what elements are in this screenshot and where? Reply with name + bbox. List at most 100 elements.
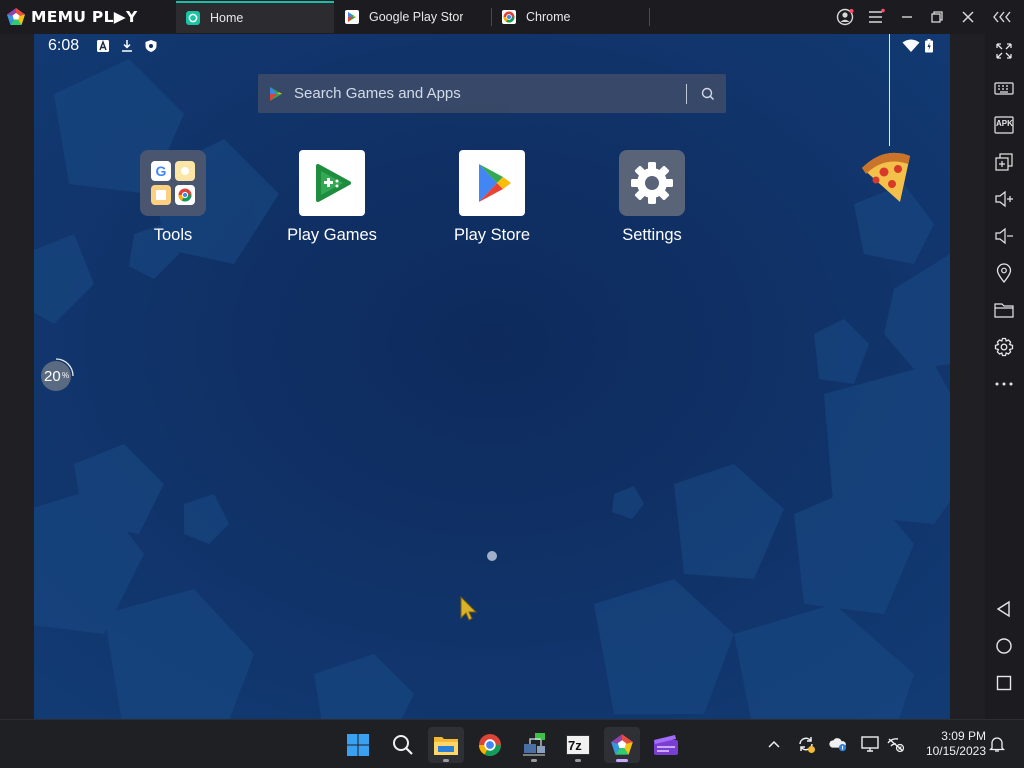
account-button[interactable] (833, 5, 857, 29)
running-indicator (575, 759, 581, 762)
location-icon (996, 263, 1012, 283)
tray-overflow-button[interactable] (764, 734, 784, 754)
restore-button[interactable] (925, 5, 949, 29)
app-tools[interactable]: G Tools (118, 150, 228, 245)
taskbar-chrome[interactable] (472, 727, 508, 763)
boost-unit: % (62, 371, 70, 380)
wallpaper (34, 34, 950, 719)
shield-icon (145, 40, 157, 52)
tab-home[interactable]: Home (176, 1, 334, 33)
tab-google-play-store[interactable]: Google Play Store (335, 1, 463, 33)
start-button[interactable] (340, 727, 376, 763)
tray-onedrive[interactable] (828, 734, 848, 754)
menu-button[interactable] (864, 5, 888, 29)
settings-button[interactable] (992, 335, 1016, 359)
taskbar-date: 10/15/2023 (925, 744, 986, 758)
memory-boost-badge[interactable]: 20 % (38, 356, 76, 394)
android-home-screen[interactable]: 6:08 Search Games and Apps G Tools Play … (34, 34, 950, 719)
keyboard-icon (994, 82, 1014, 95)
fullscreen-icon (996, 43, 1012, 59)
search-icon[interactable] (698, 84, 718, 104)
collapse-sidebar-button[interactable] (991, 5, 1015, 29)
location-button[interactable] (992, 261, 1016, 285)
status-clock: 6:08 (48, 37, 80, 54)
sync-icon (799, 737, 815, 753)
taskbar-memu[interactable] (604, 727, 640, 763)
tab-chrome[interactable]: Chrome (492, 1, 642, 33)
apk-label: APK (996, 119, 1013, 128)
search-icon (393, 735, 413, 755)
multi-instance-icon (995, 153, 1013, 171)
volume-up-button[interactable] (992, 187, 1016, 211)
app-label: Settings (622, 226, 682, 244)
app-label: Play Games (287, 226, 377, 244)
memu-logo: MEMU PL▶Y (6, 6, 138, 28)
minimize-icon (902, 16, 912, 18)
minimize-button[interactable] (895, 5, 919, 29)
home-button[interactable] (992, 634, 1016, 658)
taskbar-search-button[interactable] (385, 727, 421, 763)
app-play-games[interactable]: Play Games (277, 150, 387, 245)
menu-icon (869, 8, 885, 23)
tools-folder-icon: G (140, 150, 206, 216)
chrome-tab-icon (502, 10, 516, 24)
chevron-up-icon (768, 740, 780, 748)
memu-logo-icon (7, 8, 25, 25)
tray-network[interactable] (886, 734, 906, 754)
home-icon (996, 638, 1012, 654)
apk-install-button[interactable]: APK (992, 113, 1016, 137)
search-input[interactable]: Search Games and Apps (294, 85, 461, 102)
windows-taskbar: 7z 3:09 PM 10/15/2023 (0, 719, 1024, 768)
shared-folder-button[interactable] (992, 298, 1016, 322)
keyboard-button[interactable] (992, 76, 1016, 100)
taskbar-video-editor[interactable] (648, 727, 684, 763)
running-indicator (616, 759, 628, 762)
app-settings[interactable]: Settings (597, 150, 707, 245)
tray-sync[interactable] (796, 734, 816, 754)
memu-icon (611, 734, 633, 755)
emulator-side-toolbar: APK (985, 34, 1024, 719)
back-button[interactable] (992, 597, 1016, 621)
pizza-icon[interactable] (854, 138, 914, 208)
more-icon (995, 382, 1013, 386)
taskbar-7zip[interactable]: 7z (560, 727, 596, 763)
tab-google-play-store-label: Google Play Store (369, 10, 463, 24)
android-status-bar: 6:08 (34, 34, 950, 58)
network-off-icon (887, 738, 905, 753)
memu-emulator-window: MEMU PL▶Y Home Google Play Store Chrome … (0, 0, 1024, 768)
volume-down-icon (995, 227, 1013, 245)
app-label: Play Store (453, 226, 531, 244)
settings-icon (994, 337, 1014, 357)
tray-display[interactable] (860, 734, 880, 754)
pizza-string (889, 34, 890, 146)
windows-start-icon (347, 734, 369, 756)
close-button[interactable] (956, 5, 980, 29)
mouse-cursor-icon (460, 596, 478, 621)
tab-chrome-label: Chrome (526, 10, 571, 24)
7zip-label: 7z (568, 738, 582, 753)
fullscreen-button[interactable] (992, 39, 1016, 63)
svg-text:G: G (156, 163, 167, 179)
download-icon (122, 40, 132, 52)
taskbar-clock[interactable]: 3:09 PM 10/15/2023 (916, 729, 986, 759)
restore-icon (931, 11, 943, 23)
file-explorer-icon (434, 737, 458, 755)
recents-button[interactable] (992, 671, 1016, 695)
app-play-store[interactable]: Play Store (437, 150, 547, 245)
taskbar-network-app[interactable] (516, 727, 552, 763)
home-tab-icon (186, 11, 200, 25)
settings-gear-icon (619, 150, 685, 216)
search-bar[interactable]: Search Games and Apps (258, 74, 726, 113)
folder-icon (994, 303, 1014, 318)
multi-instance-button[interactable] (992, 150, 1016, 174)
tab-home-label: Home (210, 11, 244, 25)
collapse-sidebar-icon (993, 11, 1011, 23)
taskbar-file-explorer[interactable] (428, 727, 464, 763)
volume-down-button[interactable] (992, 224, 1016, 248)
battery-icon (925, 39, 933, 53)
taskbar-time: 3:09 PM (941, 729, 986, 743)
title-bar: MEMU PL▶Y Home Google Play Store Chrome (0, 0, 1024, 34)
more-button[interactable] (992, 372, 1016, 396)
play-store-tab-icon (345, 10, 359, 24)
tray-notifications[interactable] (987, 734, 1007, 754)
